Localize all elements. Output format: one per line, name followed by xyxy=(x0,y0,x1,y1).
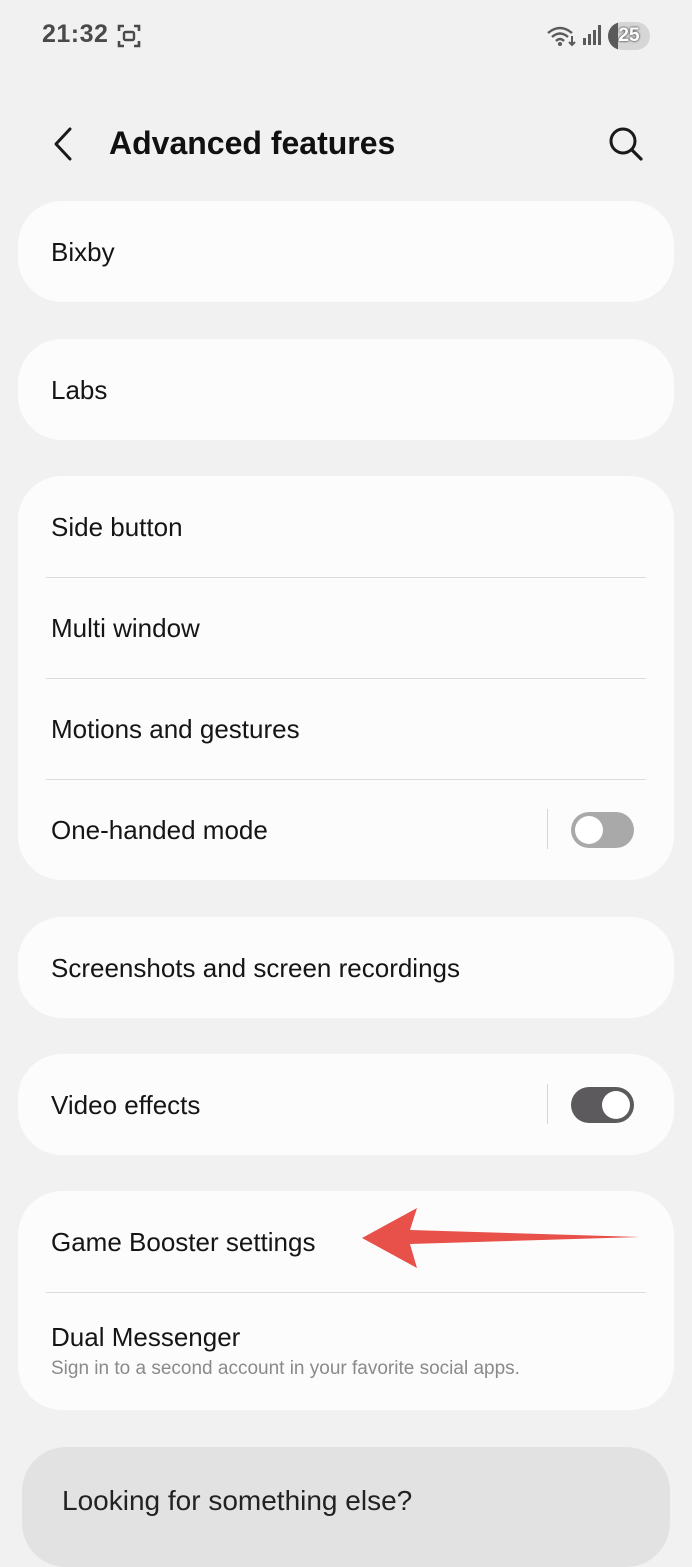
toggle-knob xyxy=(575,816,603,844)
setting-screenshots[interactable]: Screenshots and screen recordings xyxy=(18,917,674,1018)
setting-label: Multi window xyxy=(51,613,200,643)
wifi-icon xyxy=(547,26,576,47)
setting-video-effects[interactable]: Video effects xyxy=(18,1054,674,1155)
video-effects-toggle[interactable] xyxy=(571,1087,634,1123)
setting-label: Video effects xyxy=(51,1090,201,1120)
status-bar: 21:32 25 xyxy=(0,0,692,72)
screenshot-icon xyxy=(117,24,141,48)
one-handed-mode-toggle[interactable] xyxy=(571,812,634,848)
setting-label: Game Booster settings xyxy=(51,1227,316,1257)
app-header: Advanced features xyxy=(0,108,692,180)
setting-multi-window[interactable]: Multi window xyxy=(18,577,674,678)
chevron-left-icon xyxy=(54,127,72,161)
page-title: Advanced features xyxy=(109,125,396,161)
setting-sublabel: Sign in to a second account in your favo… xyxy=(51,1358,520,1379)
setting-motions-gestures[interactable]: Motions and gestures xyxy=(18,678,674,779)
signal-icon xyxy=(583,25,601,45)
search-icon xyxy=(609,127,643,161)
vertical-separator xyxy=(547,809,548,849)
card-controls: Side button Multi window Motions and ges… xyxy=(18,476,674,880)
card-video-effects: Video effects xyxy=(18,1054,674,1155)
status-time: 21:32 xyxy=(42,20,109,48)
setting-label: Dual Messenger xyxy=(51,1322,241,1352)
looking-for-something-else-title: Looking for something else? xyxy=(62,1485,413,1516)
annotation-arrow-icon xyxy=(362,1208,640,1268)
battery-level: 25 xyxy=(618,25,640,46)
looking-for-something-else-card: Looking for something else? xyxy=(22,1447,670,1567)
setting-bixby[interactable]: Bixby xyxy=(18,201,674,302)
card-bixby: Bixby xyxy=(18,201,674,302)
vertical-separator xyxy=(547,1084,548,1124)
setting-label: One-handed mode xyxy=(51,815,268,845)
setting-one-handed-mode[interactable]: One-handed mode xyxy=(18,779,674,880)
setting-label: Motions and gestures xyxy=(51,714,300,744)
setting-label: Bixby xyxy=(51,237,115,267)
card-labs: Labs xyxy=(18,339,674,440)
card-screenshots: Screenshots and screen recordings xyxy=(18,917,674,1018)
back-button[interactable] xyxy=(36,116,92,172)
setting-side-button[interactable]: Side button xyxy=(18,476,674,577)
setting-labs[interactable]: Labs xyxy=(18,339,674,440)
search-button[interactable] xyxy=(598,116,654,172)
setting-label: Labs xyxy=(51,375,108,405)
setting-label: Side button xyxy=(51,512,183,542)
battery-icon: 25 xyxy=(608,22,650,50)
setting-label: Screenshots and screen recordings xyxy=(51,953,461,983)
setting-dual-messenger[interactable]: Dual Messenger Sign in to a second accou… xyxy=(18,1292,674,1410)
toggle-knob xyxy=(602,1091,630,1119)
